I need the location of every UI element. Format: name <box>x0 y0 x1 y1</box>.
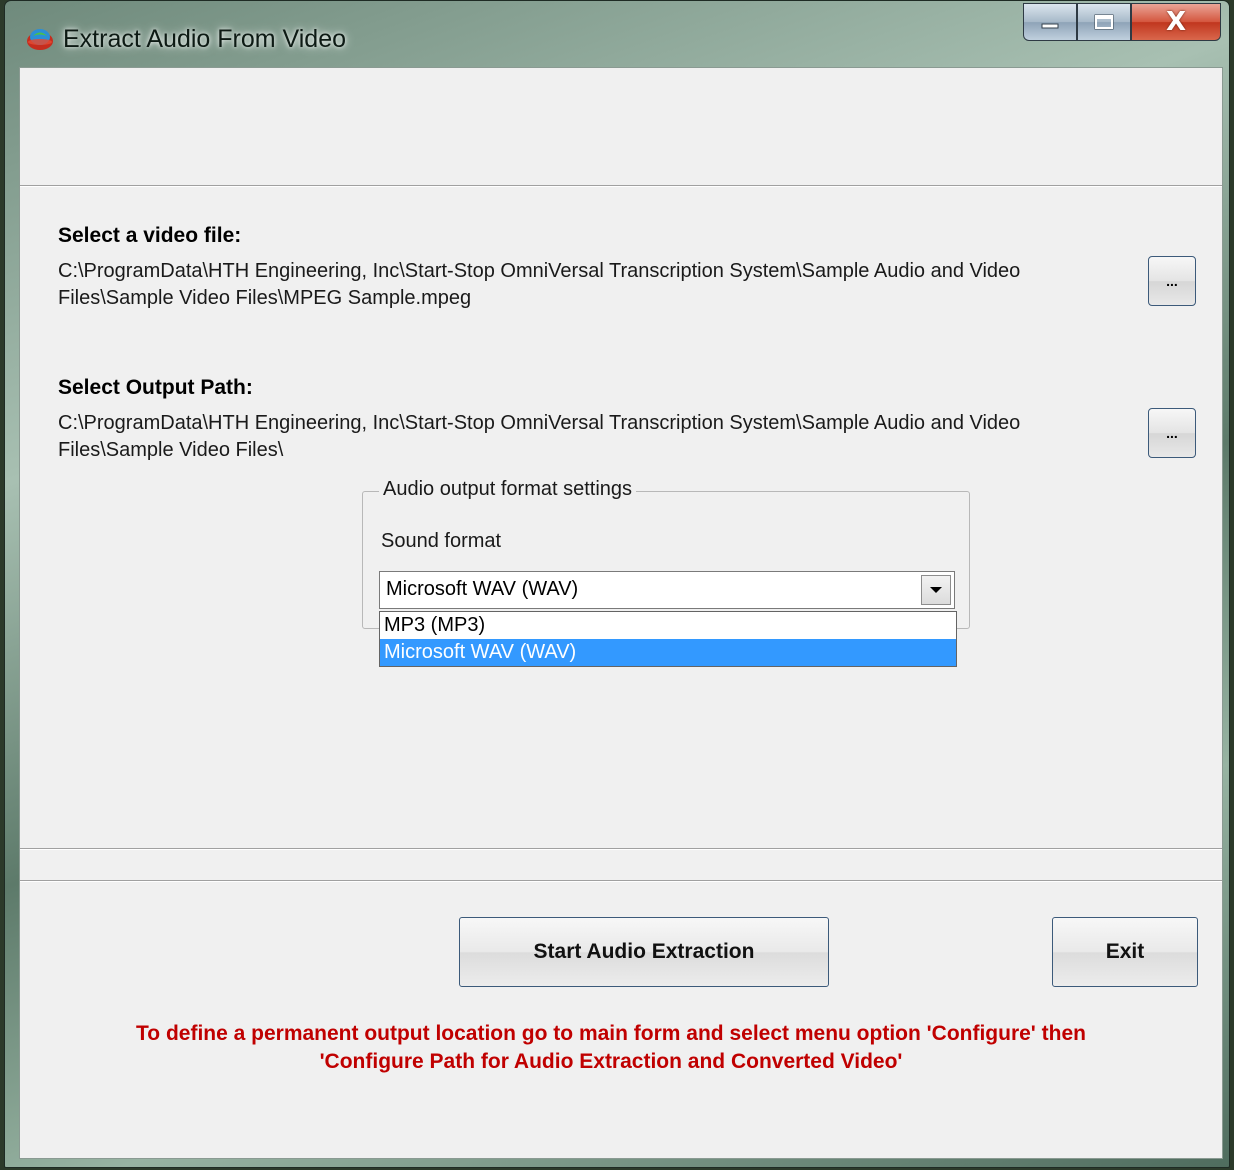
app-globe-icon <box>27 29 53 50</box>
maximize-button[interactable] <box>1077 3 1131 41</box>
audio-format-group-title: Audio output format settings <box>379 478 637 501</box>
chevron-down-icon <box>930 587 942 593</box>
minimize-icon <box>1041 23 1059 29</box>
notice-line-1: To define a permanent output location go… <box>136 1022 1086 1045</box>
output-path-label: Select Output Path: <box>58 376 253 399</box>
minimize-button[interactable] <box>1023 3 1077 41</box>
notice-line-2: 'Configure Path for Audio Extraction and… <box>319 1050 903 1073</box>
dropdown-toggle[interactable] <box>921 575 951 605</box>
output-location-notice: To define a permanent output location go… <box>20 1020 1202 1076</box>
sound-format-label: Sound format <box>381 530 502 552</box>
browse-video-button[interactable]: ... <box>1148 256 1196 306</box>
app-window: Extract Audio From Video X Select a vide… <box>4 0 1230 1168</box>
close-icon: X <box>1165 7 1187 37</box>
bottom-divider-2 <box>20 880 1222 882</box>
close-button[interactable]: X <box>1131 3 1221 41</box>
video-file-label: Select a video file: <box>58 224 242 247</box>
caption-buttons: X <box>1023 3 1221 41</box>
client-area: Select a video file: C:\ProgramData\HTH … <box>19 67 1223 1159</box>
maximize-icon <box>1094 14 1114 30</box>
bottom-divider-1 <box>20 848 1222 850</box>
sound-format-value: Microsoft WAV (WAV) <box>386 578 579 600</box>
start-audio-extraction-button[interactable]: Start Audio Extraction <box>459 917 829 987</box>
dropdown-option-wav[interactable]: Microsoft WAV (WAV) <box>380 639 956 666</box>
exit-button[interactable]: Exit <box>1052 917 1198 987</box>
sound-format-dropdown-list: MP3 (MP3) Microsoft WAV (WAV) <box>379 611 957 667</box>
browse-output-button[interactable]: ... <box>1148 408 1196 458</box>
video-file-path: C:\ProgramData\HTH Engineering, Inc\Star… <box>58 260 1021 309</box>
top-divider <box>20 185 1222 187</box>
window-title: Extract Audio From Video <box>63 25 347 53</box>
sound-format-select[interactable]: Microsoft WAV (WAV) <box>379 571 955 609</box>
title-bar[interactable]: Extract Audio From Video X <box>5 1 1229 67</box>
output-path-value: C:\ProgramData\HTH Engineering, Inc\Star… <box>58 412 1021 461</box>
dropdown-option-mp3[interactable]: MP3 (MP3) <box>380 612 956 639</box>
